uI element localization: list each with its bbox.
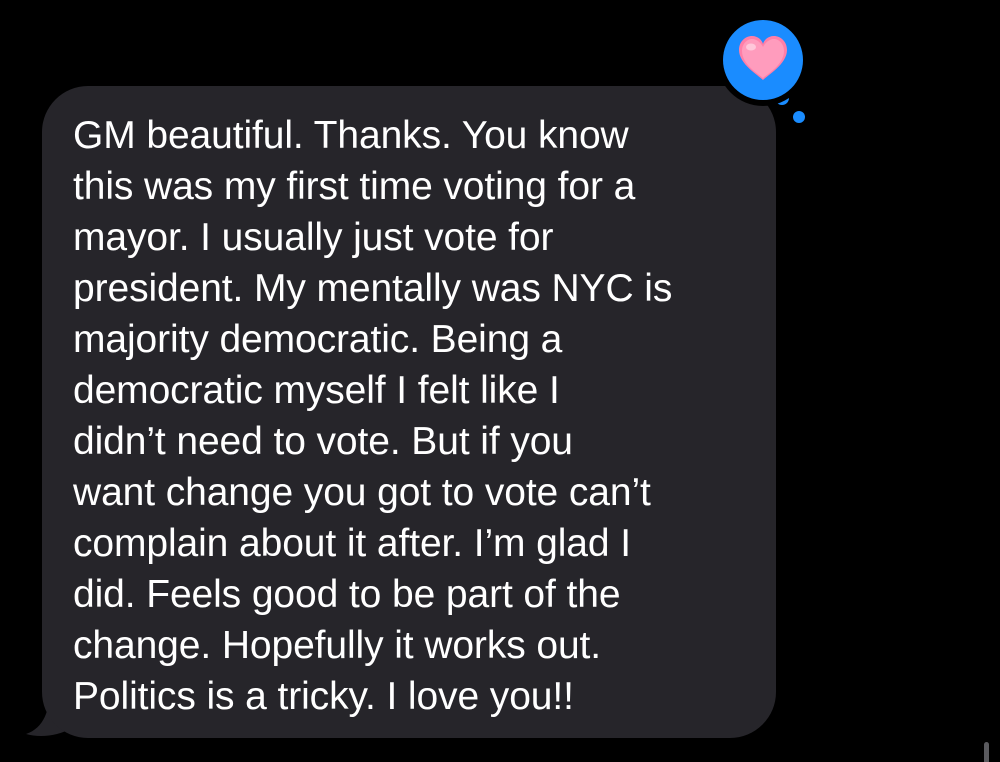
messages-screen: GM beautiful. Thanks. You know this was …	[0, 0, 1000, 762]
tapback-badge[interactable]	[717, 12, 828, 132]
message-bubble-container: GM beautiful. Thanks. You know this was …	[26, 86, 778, 740]
message-text: GM beautiful. Thanks. You know this was …	[73, 114, 673, 718]
scroll-indicator	[984, 742, 989, 762]
tapback-bubble-icon	[717, 14, 809, 123]
